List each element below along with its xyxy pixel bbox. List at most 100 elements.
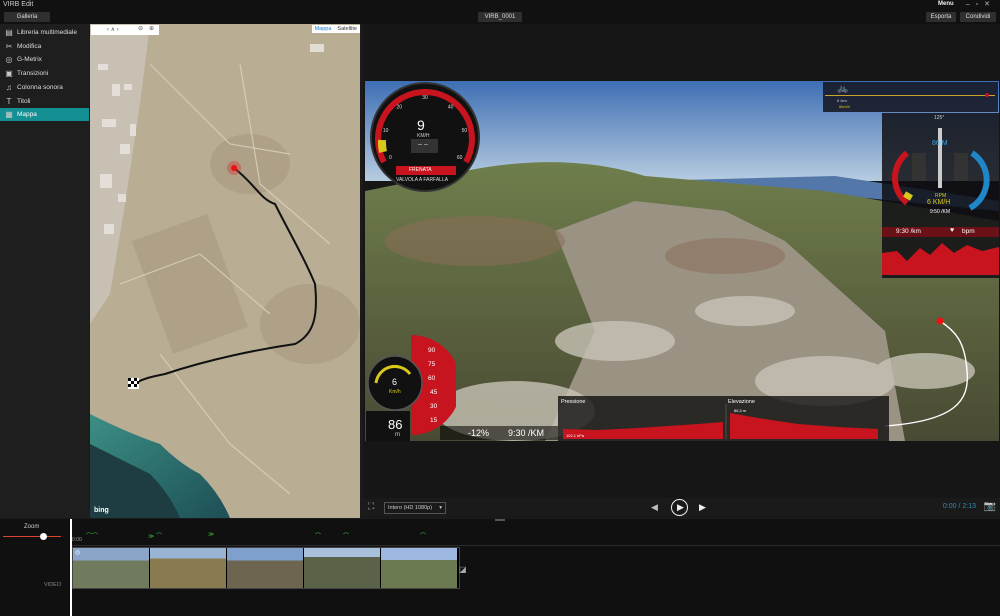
timecode: 0:00 / 2:13: [942, 503, 976, 510]
gmetrix-marker[interactable]: ⌒: [315, 531, 321, 540]
clip-thumbnail: [381, 548, 457, 588]
play-button[interactable]: ▶: [671, 499, 688, 516]
sidebar-item-mappa[interactable]: ▦ Mappa: [0, 108, 89, 122]
gauge-tick-label: 10: [383, 128, 389, 134]
share-button[interactable]: Condividi: [960, 12, 996, 22]
tape-tick-label: 75: [428, 361, 436, 368]
ruler-line: [72, 545, 1000, 546]
tab-satellite[interactable]: Satellite: [334, 25, 360, 33]
heart-icon: ♥: [950, 227, 955, 234]
next-frame-icon[interactable]: ▶: [699, 502, 706, 513]
gmetrix-marker[interactable]: ≫ ⌒: [148, 531, 162, 540]
clip-thumbnail: [304, 548, 380, 588]
panel-bpm: bpm: [962, 228, 975, 235]
zoom-out-icon[interactable]: ⊖: [138, 25, 143, 32]
sensor-graphs: [563, 404, 878, 439]
gauge-tick-label: 60: [457, 155, 463, 161]
quality-value: Intero (HD 1080p): [388, 505, 433, 511]
gallery-button[interactable]: Galleria: [4, 12, 50, 22]
tab-map[interactable]: Mappa: [311, 25, 335, 33]
sidebar-item-transizioni[interactable]: ▣ Transizioni: [0, 67, 89, 80]
map-icon: ▦: [5, 110, 13, 120]
gauge-tick-label: 50: [462, 128, 468, 134]
tape-tick-label: 60: [428, 375, 436, 382]
tape-tick-label: 90: [428, 347, 436, 354]
clip-name-tab[interactable]: VIRB_0001: [478, 12, 522, 22]
window-controls[interactable]: –▫✕: [966, 0, 996, 8]
progress-marker: [985, 93, 989, 97]
sidebar-item-modifica[interactable]: ✂ Modifica: [0, 40, 89, 53]
tape-tick-label: 15: [430, 417, 438, 424]
progress-line: [825, 95, 995, 96]
gmetrix-marker[interactable]: ≫: [208, 531, 214, 538]
title-icon: T: [6, 96, 12, 106]
map-view[interactable]: ‹ ∧ › ⊖ ⊕ Mappa Satellite bing: [90, 24, 360, 518]
sidebar-item-label: G-Metrix: [17, 56, 42, 64]
export-button[interactable]: Esporta: [926, 12, 956, 22]
gmetrix-icon: ◎: [5, 55, 13, 65]
bing-logo: bing: [94, 507, 109, 514]
clip-end-handle-icon[interactable]: ◪: [459, 565, 467, 574]
previous-frame-icon[interactable]: ◀: [651, 502, 658, 513]
timeline-start-time: 0:00: [72, 537, 82, 543]
transitions-icon: ▣: [5, 69, 13, 79]
stats-panel: 125° 86 M RPM 6 KM/H 9:50 /KM 9:30 /km ♥…: [882, 113, 999, 278]
bike-speed: 6 /km: [837, 98, 847, 103]
app-title: VIRB Edit: [3, 1, 34, 8]
scissors-icon: ✂: [5, 41, 13, 51]
elevation-unit: m: [395, 432, 400, 438]
music-note-icon: ♫: [6, 82, 12, 92]
gmetrix-marker[interactable]: ⌒: [343, 531, 349, 540]
gmetrix-marker[interactable]: ⌒: [420, 531, 426, 540]
panel-pace-small: 9:50 /KM: [930, 209, 951, 215]
angle-value: 125°: [934, 115, 945, 121]
map-navigation-controls[interactable]: ‹ ∧ › ⊖ ⊕: [91, 25, 159, 35]
pressure-value: 102,1 kPa: [566, 433, 585, 438]
cyclist-icon: 🚲: [837, 83, 849, 93]
pan-arrows-icon[interactable]: ‹ ∧ ›: [107, 26, 119, 33]
sidebar-item-label: Titoli: [17, 97, 31, 105]
sensor-graphs-panel: Pressione 102,1 kPa Elevazione 86,3 m: [558, 396, 889, 441]
fullscreen-icon[interactable]: ⛶: [368, 501, 374, 512]
zoom-in-icon[interactable]: ⊕: [149, 25, 154, 32]
satellite-map-image: [90, 24, 360, 518]
video-clip[interactable]: ◎: [72, 547, 460, 589]
grade-pace-bar: -12% 9:30 /KM: [440, 426, 558, 440]
resize-handle[interactable]: [495, 519, 505, 521]
playhead[interactable]: [70, 519, 72, 616]
panel-pace: 9:30 /km: [896, 228, 921, 235]
gmetrix-marker[interactable]: ⌒⌒: [86, 531, 98, 540]
tape-tick-label: 45: [430, 389, 438, 396]
course-progress-panel: 🚲 6 /km 6km/h: [823, 82, 998, 112]
pressure-title: Pressione: [561, 399, 586, 405]
sidebar-item-g-metrix[interactable]: ◎ G-Metrix: [0, 53, 89, 66]
speed-value: 9: [417, 117, 425, 133]
tape-tick-label: 30: [430, 403, 438, 410]
sidebar-item-label: Colonna sonora: [17, 83, 63, 91]
elevation-graph-value: 86,3 m: [734, 408, 747, 413]
speed2-value: 6: [392, 377, 398, 387]
zoom-slider-handle[interactable]: [40, 533, 47, 540]
title-bar: VIRB Edit –▫✕: [0, 0, 1000, 10]
timeline[interactable]: Zoom 0:00 ⌒⌒ ≫ ⌒ ≫ ⌒ ⌒ ⌒ ◎ ◪ VIDEO: [0, 519, 1000, 616]
sidebar: ▤ Libreria multimediale ✂ Modifica ◎ G-Metrix…: [0, 24, 89, 518]
clip-thumbnail: [150, 548, 226, 588]
chevron-down-icon: ▾: [439, 505, 442, 511]
video-frame[interactable]: 0 10 20 30 40 50 60 9 KM/H – – FRENATA VALVOLA…: [365, 81, 999, 441]
player-bar: ⛶ Intero (HD 1080p) ▾ ◀ ▶ ▶ 0:00 / 2:13 …: [363, 498, 1000, 518]
menu-button[interactable]: Menu: [938, 1, 954, 7]
gauge-tick-label: 20: [397, 104, 403, 110]
sidebar-item-label: Mappa: [17, 111, 37, 119]
sidebar-item-label: Transizioni: [17, 70, 49, 78]
throttle-label: VALVOLA A FARFALLA: [396, 177, 449, 183]
sidebar-item-colonna-sonora[interactable]: ♫ Colonna sonora: [0, 81, 89, 94]
gmetrix-icon: ◎: [75, 550, 81, 556]
sidebar-item-libreria-multimediale[interactable]: ▤ Libreria multimediale: [0, 26, 89, 39]
zoom-label: Zoom: [24, 524, 40, 530]
camera-icon[interactable]: 📷: [984, 501, 996, 512]
elevation-title: Elevazione: [728, 399, 755, 405]
quality-select[interactable]: Intero (HD 1080p) ▾: [384, 502, 446, 514]
zoom-slider-track[interactable]: [3, 536, 61, 537]
sidebar-item-titoli[interactable]: T Titoli: [0, 95, 89, 108]
clip-thumbnail: [227, 548, 303, 588]
